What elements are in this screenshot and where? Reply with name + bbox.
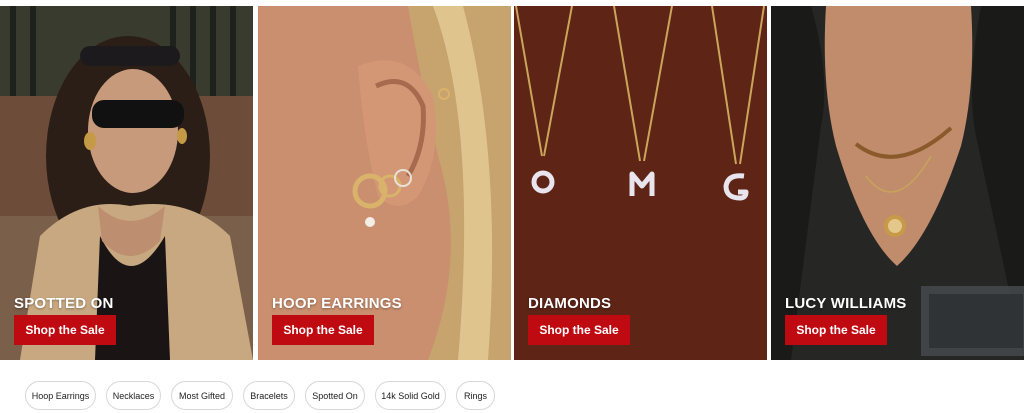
chip-14k-solid-gold[interactable]: 14k Solid Gold <box>375 381 446 410</box>
promo-tiles: SPOTTED ON Shop the Sale HOOP EARRINGS S… <box>0 6 1024 360</box>
tile-title: SPOTTED ON <box>14 295 114 312</box>
shop-the-sale-button[interactable]: Shop the Sale <box>14 315 116 345</box>
tile-lucy-williams[interactable]: LUCY WILLIAMS Shop the Sale <box>771 6 1024 360</box>
shop-the-sale-button[interactable]: Shop the Sale <box>528 315 630 345</box>
tile-title: DIAMONDS <box>528 295 612 312</box>
chip-most-gifted[interactable]: Most Gifted <box>171 381 233 410</box>
tile-diamonds[interactable]: DIAMONDS Shop the Sale <box>514 6 767 360</box>
tile-hoop-earrings[interactable]: HOOP EARRINGS Shop the Sale <box>258 6 511 360</box>
tile-title: HOOP EARRINGS <box>272 295 402 312</box>
tile-title: LUCY WILLIAMS <box>785 295 907 312</box>
chip-hoop-earrings[interactable]: Hoop Earrings <box>25 381 96 410</box>
shop-the-sale-button[interactable]: Shop the Sale <box>785 315 887 345</box>
tile-spotted-on[interactable]: SPOTTED ON Shop the Sale <box>0 6 253 360</box>
chip-rings[interactable]: Rings <box>456 381 495 410</box>
chip-bracelets[interactable]: Bracelets <box>243 381 295 410</box>
shop-the-sale-button[interactable]: Shop the Sale <box>272 315 374 345</box>
chip-necklaces[interactable]: Necklaces <box>106 381 161 410</box>
chip-spotted-on[interactable]: Spotted On <box>305 381 365 410</box>
